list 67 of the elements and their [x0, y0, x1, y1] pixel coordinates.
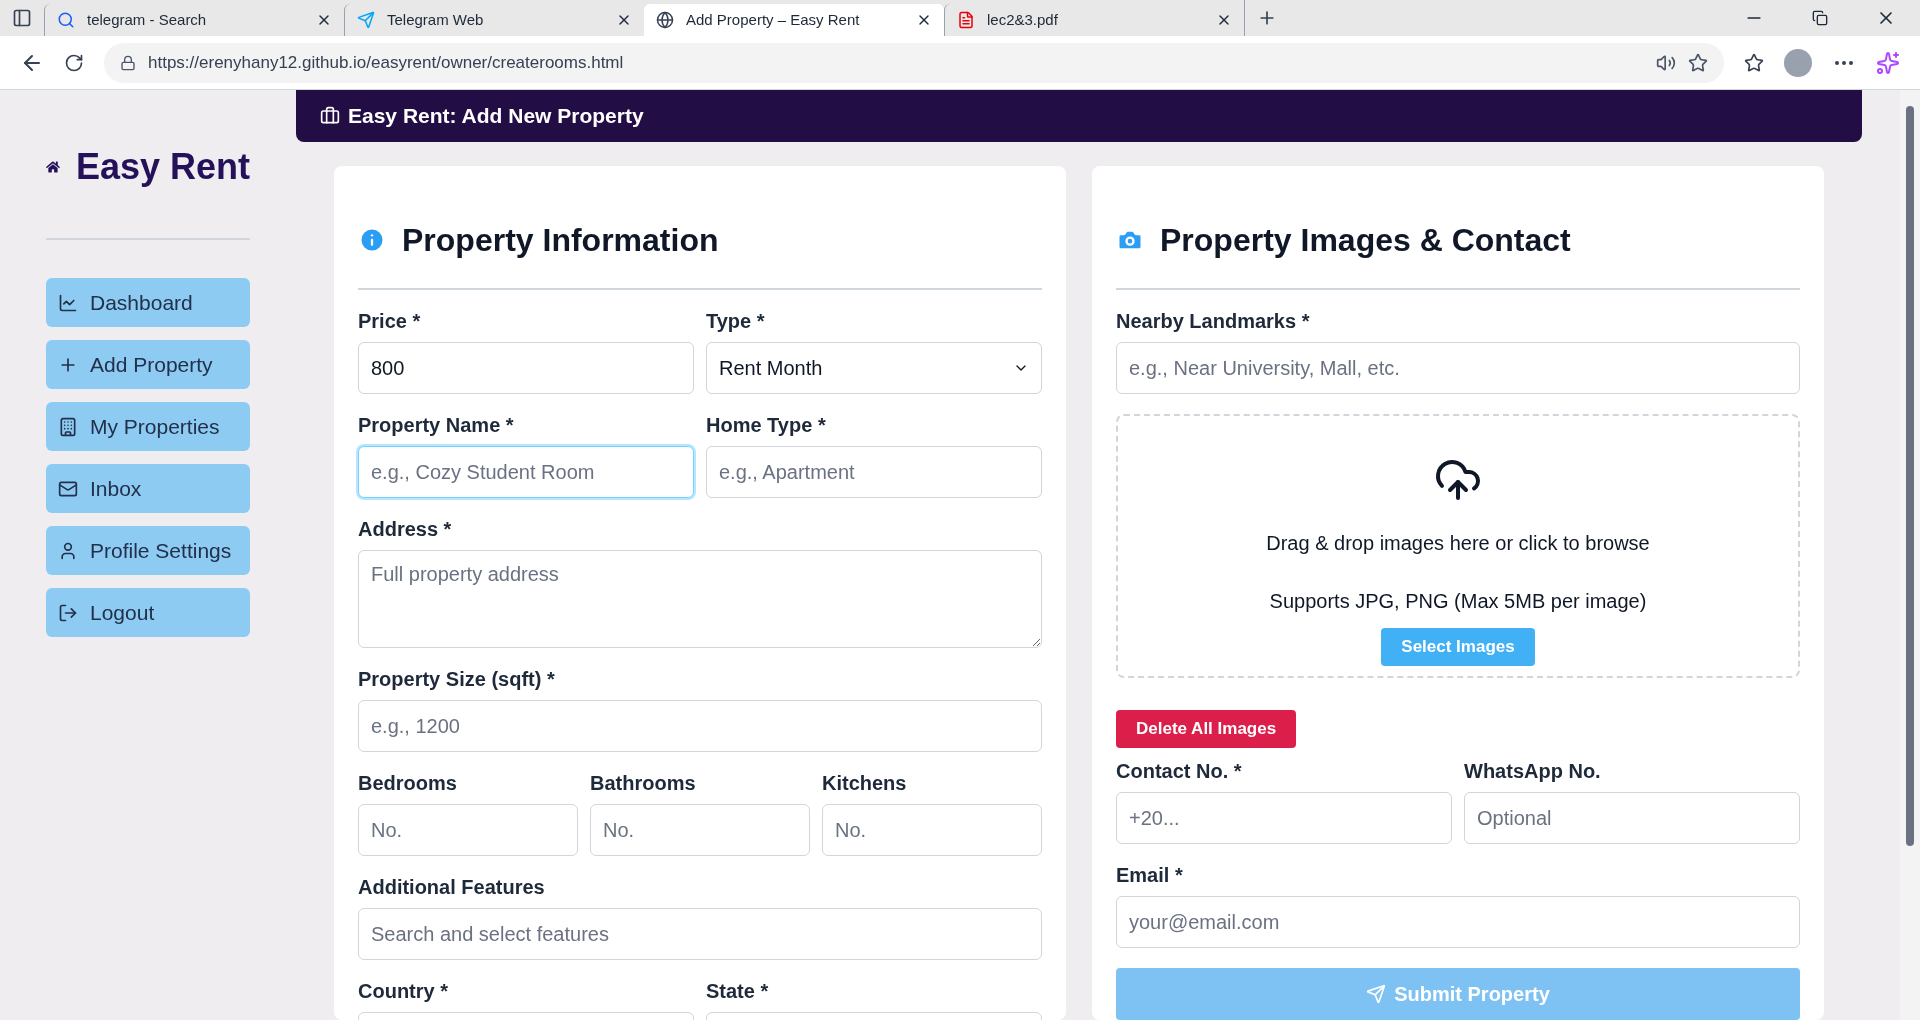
- building-icon: [58, 416, 78, 437]
- input-field[interactable]: No.: [590, 804, 810, 856]
- field-label: Bathrooms: [590, 771, 697, 796]
- nav-button[interactable]: My Properties: [46, 402, 250, 451]
- favorites-icon[interactable]: [1744, 52, 1764, 73]
- field-label: Contact No. *: [1116, 759, 1243, 784]
- drop-zone[interactable]: Drag & drop images here or click to browse Supports JPG, PNG (Max 5MB per image) Select Images: [1116, 414, 1800, 678]
- input-field[interactable]: No.: [358, 804, 578, 856]
- nav-button[interactable]: Profile Settings: [46, 526, 250, 575]
- nav-button[interactable]: Add Property: [46, 340, 250, 389]
- briefcase-icon: [320, 106, 340, 126]
- field-label: Additional Features: [358, 875, 546, 900]
- input-field[interactable]: your@email.com: [1116, 896, 1800, 948]
- input-field[interactable]: 800: [358, 342, 694, 394]
- input-field[interactable]: e.g., Cozy Student Room: [358, 446, 694, 498]
- scrollbar-thumb[interactable]: [1906, 106, 1914, 846]
- field-label: Kitchens: [822, 771, 908, 796]
- logout-icon: [58, 602, 78, 623]
- field-label: Price *: [358, 309, 422, 334]
- input-field[interactable]: Search and select features: [358, 908, 1042, 960]
- restore-icon[interactable]: [1812, 10, 1828, 26]
- field-label: Country *: [358, 979, 449, 1004]
- field-label: Home Type *: [706, 413, 827, 438]
- dropdown[interactable]: Rent Month: [706, 342, 1042, 394]
- document-icon: [957, 11, 975, 29]
- paper-plane-icon: [357, 11, 375, 29]
- reload-icon[interactable]: [64, 52, 84, 73]
- browser-tab[interactable]: Add Property – Easy Rent: [644, 4, 944, 36]
- field-label: Nearby Landmarks *: [1116, 309, 1311, 334]
- input-field[interactable]: No.: [822, 804, 1042, 856]
- input-field[interactable]: +20...: [1116, 792, 1452, 844]
- nav-button[interactable]: Inbox: [46, 464, 250, 513]
- nav-button[interactable]: Dashboard: [46, 278, 250, 327]
- field-label: Property Name *: [358, 413, 515, 438]
- globe-icon: [656, 11, 674, 29]
- brand-name: Easy Rent: [75, 145, 250, 189]
- address-bar[interactable]: https://erenyhany12.github.io/easyrent/owner/createrooms.html: [104, 42, 1724, 83]
- star-icon[interactable]: [1688, 52, 1708, 73]
- field-label: WhatsApp No.: [1464, 759, 1602, 784]
- field-label: State *: [706, 979, 770, 1004]
- field-label: Address *: [358, 517, 453, 542]
- text-area[interactable]: Full property address: [358, 550, 1042, 648]
- drop-instructions: Drag & drop images here or click to browse: [1266, 531, 1650, 556]
- section-title: Property Images & Contact: [1160, 221, 1571, 260]
- search-icon: [57, 11, 75, 29]
- field-label: Type *: [706, 309, 766, 334]
- sparkle-icon[interactable]: [1876, 50, 1900, 75]
- file-support-note: Supports JPG, PNG (Max 5MB per image): [1269, 589, 1647, 614]
- sidebar-toggle-icon[interactable]: [12, 8, 32, 28]
- input-field[interactable]: Optional: [1464, 792, 1800, 844]
- input-field[interactable]: e.g., 1200: [358, 700, 1042, 752]
- chart-icon: [58, 292, 78, 313]
- nav-button[interactable]: Logout: [46, 588, 250, 637]
- field-label: Email *: [1116, 863, 1184, 888]
- user-icon: [58, 540, 78, 561]
- lock-icon: [120, 54, 136, 71]
- input-field[interactable]: e.g., Near University, Mall, etc.: [1116, 342, 1800, 394]
- field-label: Property Size (sqft) *: [358, 667, 556, 692]
- input-field[interactable]: e.g., Apartment: [706, 446, 1042, 498]
- info-icon: [358, 226, 386, 254]
- speaker-icon[interactable]: [1656, 52, 1676, 73]
- paper-plane-icon: [1366, 984, 1387, 1004]
- field-label: Bedrooms: [358, 771, 458, 796]
- page-header: Easy Rent: Add New Property: [296, 90, 1862, 142]
- section-title: Property Information: [402, 221, 719, 260]
- delete-all-button[interactable]: Delete All Images: [1116, 710, 1297, 748]
- avatar-icon[interactable]: [1784, 48, 1812, 77]
